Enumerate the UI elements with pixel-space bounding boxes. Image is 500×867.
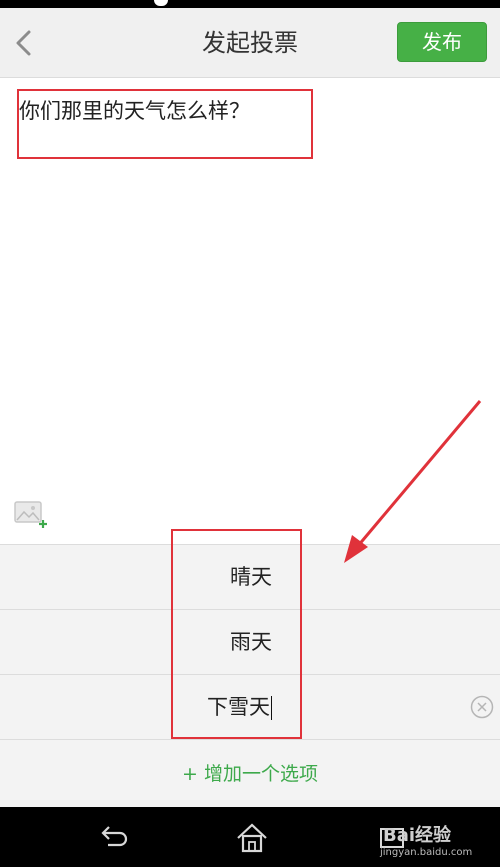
nav-back-button[interactable] [94,821,130,855]
image-add-icon [14,501,47,528]
navigation-bar: Bai经验 jingyan.baidu.com [0,807,500,867]
add-image-button[interactable] [14,501,50,529]
header: 发起投票 发布 [0,8,500,78]
add-option-button[interactable]: + 增加一个选项 [0,740,500,808]
nav-home-button[interactable] [233,819,271,857]
nav-back-icon [101,826,128,847]
watermark-brand: Bai经验 [383,825,452,846]
clear-option-button[interactable] [470,695,494,719]
status-indicator-icon [154,0,168,6]
annotation-box-question [17,89,313,159]
annotation-arrow-icon [344,400,482,563]
clear-circle-icon [470,695,494,719]
home-icon [237,823,267,853]
publish-button[interactable]: 发布 [397,22,487,62]
status-bar [0,0,500,8]
watermark-url: jingyan.baidu.com [380,847,473,858]
annotation-box-options [171,529,302,739]
